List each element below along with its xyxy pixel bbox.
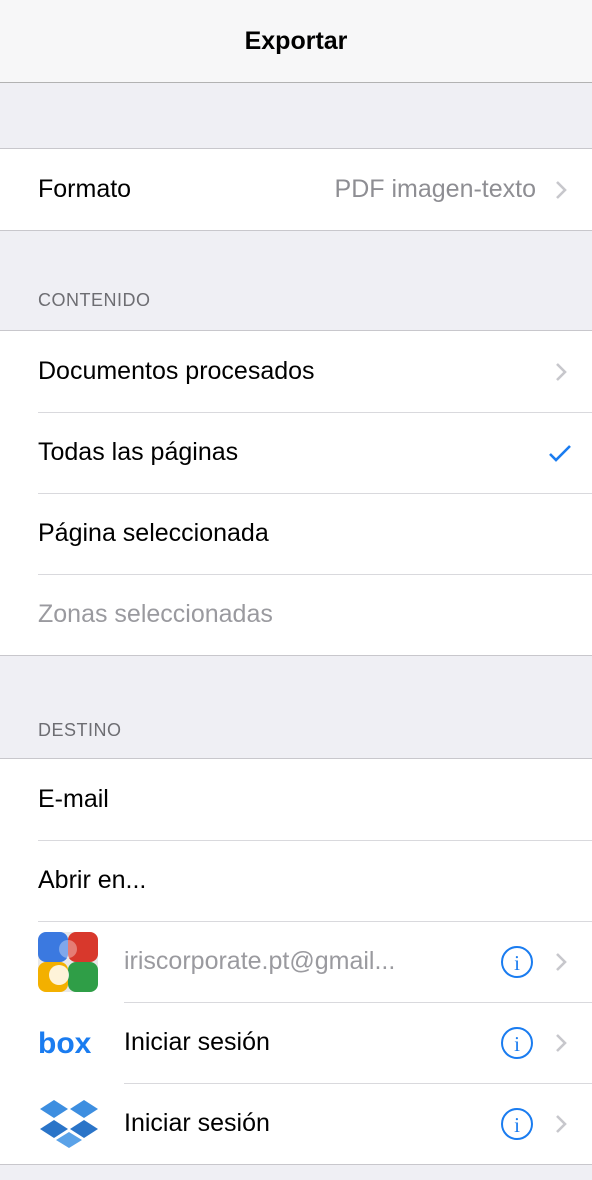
list-item-email[interactable]: E-mail <box>0 759 592 840</box>
service-row-dropbox[interactable]: Iniciar sesión i <box>0 1083 592 1164</box>
list-item-zonas-seleccionadas: Zonas seleccionadas <box>0 574 592 655</box>
content-section-header: CONTENIDO <box>38 290 151 310</box>
svg-text:i: i <box>514 1113 520 1137</box>
box-logo-icon: box <box>38 1027 92 1060</box>
service-row-box[interactable]: box Iniciar sesión i <box>0 1002 592 1083</box>
svg-text:box: box <box>38 1027 92 1060</box>
format-label: Formato <box>38 175 132 203</box>
destination-section-header: DESTINO <box>38 720 122 740</box>
list-item-pagina-seleccionada[interactable]: Página seleccionada <box>0 493 592 574</box>
content-group: Documentos procesados Todas las páginas … <box>0 330 592 656</box>
list-item-todas-las-paginas[interactable]: Todas las páginas <box>0 412 592 493</box>
item-label: Todas las páginas <box>38 438 239 466</box>
destination-group: E-mail Abrir en... iriscorporate.pt@gmai… <box>0 758 592 1165</box>
format-value: PDF imagen-texto <box>334 175 536 203</box>
dropbox-login-label: Iniciar sesión <box>124 1109 270 1137</box>
chevron-right-icon <box>556 1033 567 1052</box>
chevron-right-icon <box>556 952 567 971</box>
info-icon[interactable]: i <box>500 1107 534 1141</box>
item-label: Abrir en... <box>38 866 147 894</box>
item-label: E-mail <box>38 785 109 813</box>
navigation-bar: Exportar <box>0 0 592 83</box>
format-row[interactable]: Formato PDF imagen-texto <box>0 149 592 230</box>
google-account-label: iriscorporate.pt@gmail... <box>124 947 396 975</box>
svg-text:i: i <box>514 1032 520 1056</box>
google-drive-icon <box>38 931 98 992</box>
list-item-documentos-procesados[interactable]: Documentos procesados <box>0 331 592 412</box>
svg-text:i: i <box>514 951 520 975</box>
chevron-right-icon <box>556 362 567 381</box>
service-row-google[interactable]: iriscorporate.pt@gmail... i <box>0 921 592 1002</box>
chevron-right-icon <box>556 1114 567 1133</box>
info-icon[interactable]: i <box>500 1026 534 1060</box>
checkmark-icon <box>549 444 571 462</box>
list-item-abrir-en[interactable]: Abrir en... <box>0 840 592 921</box>
item-label: Página seleccionada <box>38 519 269 547</box>
page-title: Exportar <box>244 26 348 55</box>
format-group: Formato PDF imagen-texto <box>0 148 592 231</box>
box-login-label: Iniciar sesión <box>124 1028 270 1056</box>
chevron-right-icon <box>556 180 567 199</box>
item-label: Documentos procesados <box>38 357 315 385</box>
item-label: Zonas seleccionadas <box>38 600 273 628</box>
dropbox-icon <box>40 1099 98 1148</box>
info-icon[interactable]: i <box>500 945 534 979</box>
